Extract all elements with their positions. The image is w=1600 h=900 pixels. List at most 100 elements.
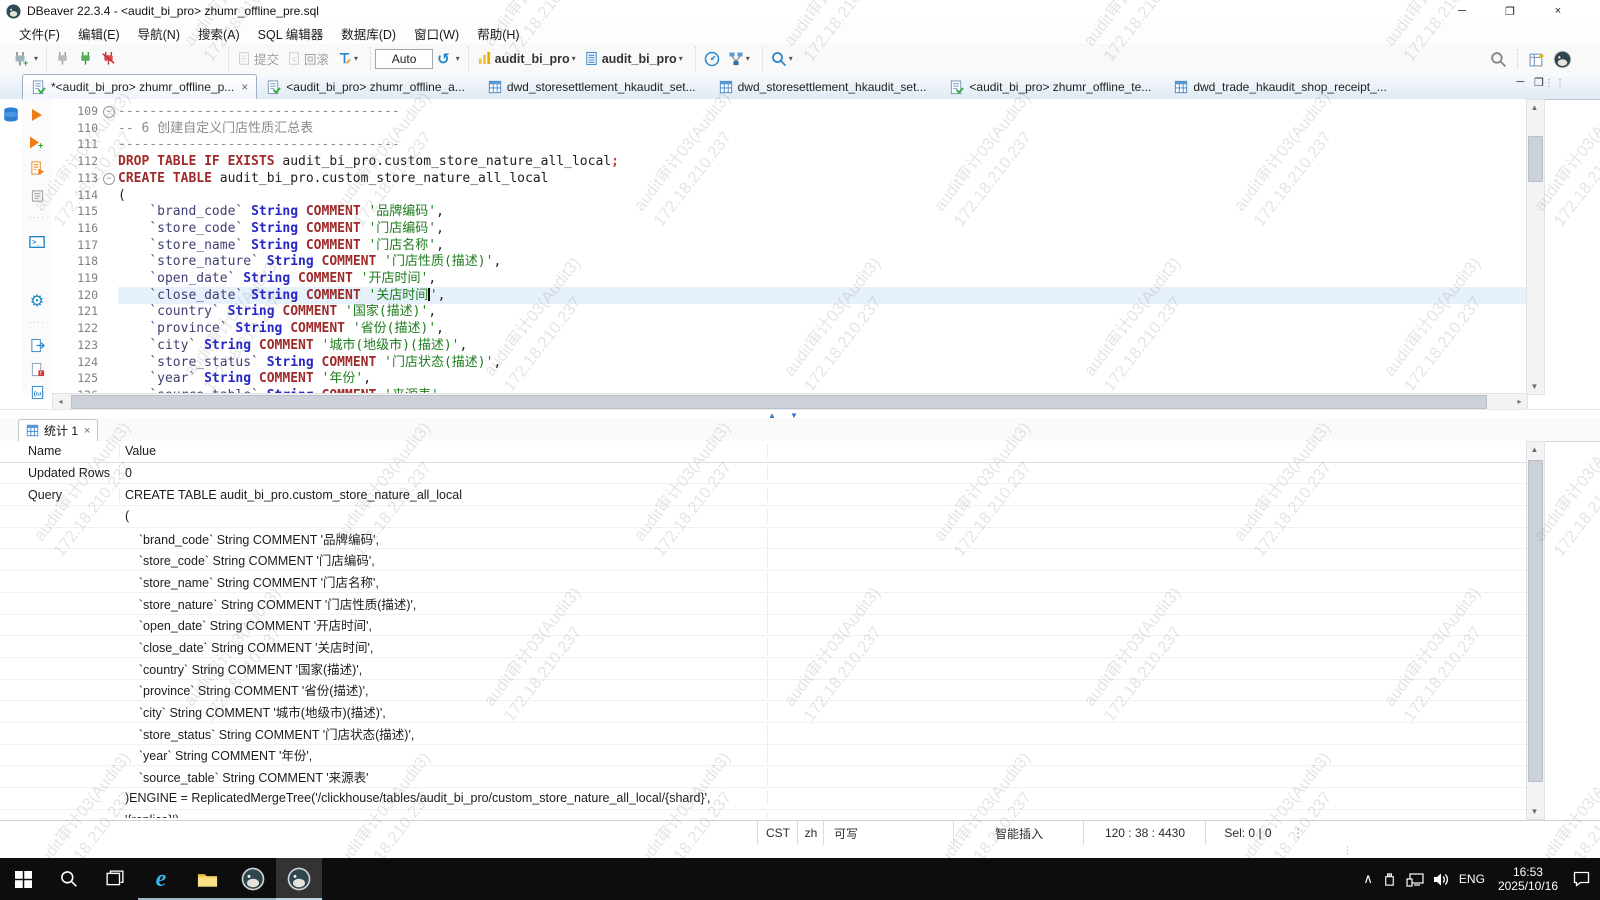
statistics-tab[interactable]: 统计 1 × [18,419,99,441]
code-line[interactable]: ------------------------------------ [118,104,400,121]
open-view-button[interactable]: ✦ [1525,49,1548,70]
open-terminal-icon[interactable]: >_ [27,232,47,252]
start-button[interactable] [0,858,46,900]
table-row[interactable]: '{replica}') [0,810,1526,818]
code-line[interactable]: `store_status` String COMMENT '门店状态(描述)'… [118,355,501,372]
execute-script-icon[interactable] [27,158,47,178]
table-row[interactable]: `source_table` String COMMENT '来源表' [0,766,1526,788]
connection-caret-icon[interactable]: ▾ [34,54,38,63]
taskbar-clock[interactable]: 16:53 2025/10/16 [1498,865,1558,893]
panel-restore-icon[interactable]: ❐ [1534,76,1544,89]
commit-mode-combo[interactable]: Auto [375,48,434,69]
code-line[interactable]: ------------------------------------ [118,137,400,154]
taskbar-search-icon[interactable] [46,858,92,900]
input-language-indicator[interactable]: ENG [1459,872,1485,886]
table-row[interactable]: `city` String COMMENT '城市(地级市)(描述)', [0,701,1526,723]
menu-item-7[interactable]: 帮助(H) [468,22,528,45]
code-line[interactable]: `close_date` String COMMENT '关店时间 ', [118,287,445,305]
menu-item-6[interactable]: 窗口(W) [405,22,468,45]
editor-tab-5[interactable]: dwd_trade_hkaudit_shop_receipt_... [1165,74,1400,99]
abort-connection-icon[interactable] [98,49,119,68]
menu-item-5[interactable]: 数据库(D) [332,22,405,45]
database-navigator-icon[interactable] [2,106,20,124]
close-button[interactable]: × [1534,0,1582,22]
action-center-icon[interactable] [1573,871,1590,887]
table-row[interactable]: `store_name` String COMMENT '门店名称', [0,571,1526,593]
editor-tab-3[interactable]: dwd_storesettlement_hkaudit_set... [710,74,941,99]
search-icon[interactable] [1487,49,1510,70]
close-tab-icon[interactable]: × [84,425,90,437]
editor-tab-1[interactable]: <audit_bi_pro> zhumr_offline_a... [257,74,479,99]
menu-item-1[interactable]: 编辑(E) [69,22,129,45]
editor-settings-gear-icon[interactable]: ⚙ [27,291,47,311]
panel-minimize-icon[interactable]: ─ [1516,76,1524,89]
commit-button[interactable]: 提交 [234,47,282,70]
code-line[interactable]: `brand_code` String COMMENT '品牌编码', [118,204,444,221]
tab-overflow-icon[interactable]: ⋮⋮ [1544,78,1566,89]
table-row[interactable]: ( [0,506,1526,528]
sql-search-button[interactable]: ▾ [768,49,796,69]
transaction-mode-button[interactable]: ▾ [334,49,361,68]
tray-chevron-icon[interactable]: ∧ [1363,871,1373,887]
editor-tab-2[interactable]: dwd_storesettlement_hkaudit_set... [479,74,710,99]
execute-new-tab-icon[interactable]: + [27,132,47,152]
save-report-icon[interactable]: ! [27,359,47,379]
usb-tray-icon[interactable] [1382,872,1397,887]
menu-item-0[interactable]: 文件(F) [10,22,69,45]
code-area[interactable]: ------------------------------------ -- 6… [118,99,1526,393]
statistics-grid[interactable]: Name Value Updated Rows 0 Query CREATE TABLE … [0,441,1526,818]
editor-vertical-scrollbar[interactable]: ▲ ▼ [1526,99,1545,395]
table-row[interactable]: `brand_code` String COMMENT '品牌编码', [0,528,1526,550]
rollback-button[interactable]: 回滚 [284,47,332,70]
task-view-icon[interactable] [92,858,138,900]
code-line[interactable]: `store_code` String COMMENT '门店编码', [118,221,444,238]
script-output-icon[interactable]: (ω) [27,382,47,402]
fold-collapse-icon[interactable]: − [103,106,115,118]
editor-tab-0[interactable]: *<audit_bi_pro> zhumr_offline_p... × [22,74,258,99]
column-header-value[interactable]: Value [120,444,768,459]
reconnect-icon[interactable] [75,49,96,68]
column-header-name[interactable]: Name [0,444,120,459]
status-caret-position[interactable]: 120 : 38 : 4430 [1083,821,1206,845]
schema-selector[interactable]: audit_bi_pro ▾ [581,49,686,68]
close-tab-icon[interactable]: × [241,80,248,94]
table-row[interactable]: )ENGINE = ReplicatedMergeTree('/clickhou… [0,788,1526,810]
explain-plan-icon[interactable] [27,186,47,206]
table-row[interactable]: `year` String COMMENT '年份', [0,745,1526,767]
dbeaver-taskbar-icon[interactable] [230,858,276,900]
disconnect-icon[interactable] [52,49,73,68]
code-line[interactable]: ( [118,188,126,205]
code-line[interactable]: `store_nature` String COMMENT '门店性质(描述)'… [118,254,501,271]
table-row[interactable]: `store_nature` String COMMENT '门店性质(描述)'… [0,593,1526,615]
code-line[interactable]: `store_name` String COMMENT '门店名称', [118,238,444,255]
table-row[interactable]: `country` String COMMENT '国家(描述)', [0,658,1526,680]
catalog-selector[interactable]: audit_bi_pro ▾ [474,49,579,68]
table-row[interactable]: `store_code` String COMMENT '门店编码', [0,549,1526,572]
code-line[interactable]: `province` String COMMENT '省份(描述)', [118,321,444,338]
internet-explorer-icon[interactable]: e [138,858,184,900]
table-row[interactable]: `open_date` String COMMENT '开店时间', [0,615,1526,637]
fold-collapse-icon[interactable]: − [103,172,115,185]
volume-tray-icon[interactable] [1433,872,1450,887]
export-result-icon[interactable] [27,335,47,355]
table-row[interactable]: `province` String COMMENT '省份(描述)', [0,680,1526,702]
transaction-log-button[interactable]: ↺ [434,48,453,70]
table-row[interactable]: Query CREATE TABLE audit_bi_pro.custom_st… [0,484,1526,507]
status-overflow-icon[interactable]: ⋮ [1289,821,1307,845]
code-line[interactable]: `year` String COMMENT '年份', [118,371,371,388]
topology-button[interactable]: ▾ [725,49,753,69]
network-tray-icon[interactable] [1406,872,1424,887]
dbeaver-taskbar-icon-active[interactable] [276,858,322,900]
code-line[interactable]: -- 6 创建自定义门店性质汇总表 [118,121,313,138]
minimize-button[interactable]: ─ [1438,0,1486,22]
sql-editor[interactable]: 109−110 111 112 113−114 115 116 117 118 119 120 12… [52,99,1526,393]
menu-item-3[interactable]: 搜索(A) [189,22,249,45]
dbeaver-logo-icon[interactable] [1550,48,1575,71]
dashboard-button[interactable] [701,49,723,69]
code-line[interactable]: `open_date` String COMMENT '开店时间', [118,271,436,288]
file-explorer-icon[interactable] [184,858,230,900]
maximize-button[interactable]: ❐ [1486,0,1534,22]
new-connection-button[interactable]: + [9,49,31,69]
table-row[interactable]: `close_date` String COMMENT '关店时间', [0,636,1526,658]
code-line[interactable]: `country` String COMMENT '国家(描述)', [118,304,436,321]
